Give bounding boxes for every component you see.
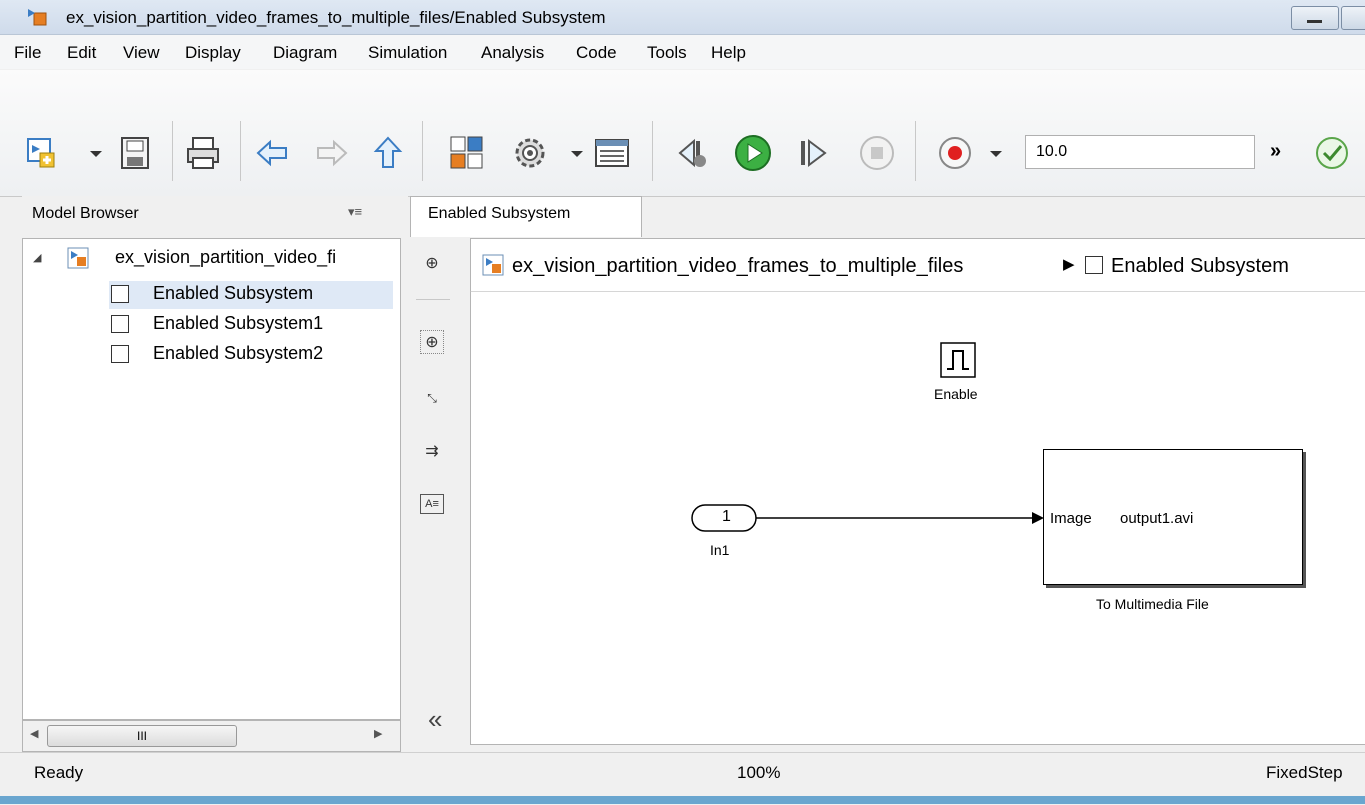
- toolbar-separator: [915, 121, 916, 181]
- menu-help[interactable]: Help: [711, 43, 746, 63]
- panel-options-menu-icon[interactable]: ▾≡: [348, 204, 362, 220]
- subsystem-icon: [111, 285, 129, 303]
- new-model-icon[interactable]: [22, 133, 62, 173]
- maximize-button[interactable]: [1341, 6, 1365, 30]
- menu-bar: File Edit View Display Diagram Simulatio…: [0, 35, 1365, 69]
- minimize-button[interactable]: [1291, 6, 1339, 30]
- breadcrumb-separator-icon: ▶: [1063, 256, 1075, 273]
- tab-label: Enabled Subsystem: [428, 205, 571, 222]
- menu-display[interactable]: Display: [185, 43, 241, 63]
- dropdown-icon[interactable]: [567, 133, 587, 173]
- scroll-left-icon[interactable]: ◀: [30, 727, 38, 740]
- run-play-icon[interactable]: [733, 133, 773, 173]
- subsystem-icon: [111, 315, 129, 333]
- annotation-icon[interactable]: A≡: [420, 494, 444, 514]
- subsystem-icon: [111, 345, 129, 363]
- breadcrumb-subsystem[interactable]: Enabled Subsystem: [1111, 255, 1289, 278]
- dropdown-icon[interactable]: [986, 133, 1006, 173]
- tree-item-enabled-subsystem[interactable]: Enabled Subsystem: [153, 283, 313, 304]
- inport-number: 1: [722, 508, 731, 525]
- breadcrumb-model[interactable]: ex_vision_partition_video_frames_to_mult…: [512, 255, 963, 278]
- library-browser-icon[interactable]: [447, 133, 487, 173]
- to-multimedia-file-label: To Multimedia File: [1096, 596, 1209, 612]
- menu-diagram[interactable]: Diagram: [273, 43, 337, 63]
- toolbar-overflow-button[interactable]: »: [1270, 140, 1281, 163]
- model-icon: [482, 254, 504, 276]
- print-icon[interactable]: [183, 133, 223, 173]
- dropdown-icon[interactable]: [86, 133, 106, 173]
- forward-arrow-icon[interactable]: [312, 133, 352, 173]
- menu-file[interactable]: File: [14, 43, 41, 63]
- fit-to-view-icon[interactable]: ⤡: [420, 386, 444, 410]
- save-icon[interactable]: [115, 133, 155, 173]
- menu-code[interactable]: Code: [576, 43, 617, 63]
- step-back-icon[interactable]: [672, 133, 712, 173]
- stop-icon[interactable]: [857, 133, 897, 173]
- window-title: ex_vision_partition_video_frames_to_mult…: [66, 8, 606, 27]
- block-filename: output1.avi: [1120, 510, 1194, 527]
- signal-routing-icon[interactable]: ⇉: [420, 440, 444, 464]
- up-arrow-icon[interactable]: [368, 133, 408, 173]
- status-solver: FixedStep: [1266, 763, 1343, 782]
- scroll-right-icon[interactable]: ▶: [374, 727, 382, 740]
- block-port-image-label: Image: [1050, 510, 1092, 527]
- subsystem-icon: [1085, 256, 1103, 274]
- model-config-gear-icon[interactable]: [510, 133, 550, 173]
- tree-item-root[interactable]: ex_vision_partition_video_fi: [115, 247, 336, 268]
- record-icon[interactable]: [935, 133, 975, 173]
- step-forward-icon[interactable]: [793, 133, 833, 173]
- menu-edit[interactable]: Edit: [67, 43, 96, 63]
- stop-time-field[interactable]: [1025, 135, 1255, 169]
- palette-divider: [416, 299, 450, 300]
- simulink-model-icon: [28, 9, 47, 26]
- tree-item-enabled-subsystem1[interactable]: Enabled Subsystem1: [153, 313, 323, 334]
- menu-tools[interactable]: Tools: [647, 43, 687, 63]
- collapse-palette-icon[interactable]: «: [428, 704, 442, 735]
- menu-view[interactable]: View: [123, 43, 160, 63]
- enable-port-block[interactable]: [940, 342, 976, 378]
- status-zoom: 100%: [737, 763, 781, 782]
- back-arrow-icon[interactable]: [252, 133, 292, 173]
- model-icon: [67, 247, 89, 269]
- model-browser-tree[interactable]: ◢ ex_vision_partition_video_fi Enabled S…: [22, 238, 401, 720]
- zoom-in-icon[interactable]: ⊕: [420, 330, 444, 354]
- model-advisor-check-icon[interactable]: [1312, 133, 1352, 173]
- toolbar-separator: [652, 121, 653, 181]
- hide-explorer-bar-icon[interactable]: ⊕: [420, 252, 444, 276]
- menu-simulation[interactable]: Simulation: [368, 43, 447, 63]
- model-browser-title: Model Browser: [32, 205, 139, 222]
- window-bottom-border: [0, 796, 1365, 804]
- status-ready: Ready: [34, 763, 84, 782]
- menu-analysis[interactable]: Analysis: [481, 43, 544, 63]
- tree-expand-icon[interactable]: ◢: [33, 251, 41, 264]
- tree-item-enabled-subsystem2[interactable]: Enabled Subsystem2: [153, 343, 323, 364]
- inport-label: In1: [710, 542, 730, 558]
- scrollbar-thumb[interactable]: III: [47, 725, 237, 747]
- toolbar-separator: [422, 121, 423, 181]
- signal-line[interactable]: [756, 508, 1046, 528]
- toolbar-separator: [172, 121, 173, 181]
- model-explorer-icon[interactable]: [592, 133, 632, 173]
- toolbar-separator: [240, 121, 241, 181]
- enable-block-label: Enable: [934, 386, 978, 402]
